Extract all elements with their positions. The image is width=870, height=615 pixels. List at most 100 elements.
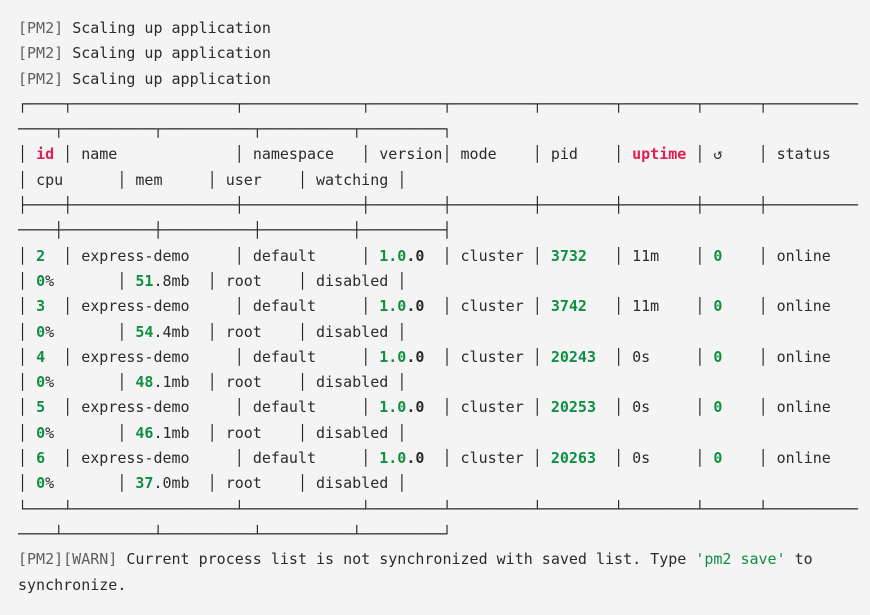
header-version: version: [379, 145, 442, 163]
terminal-output: [PM2] Scaling up application[PM2] Scalin…: [0, 0, 870, 615]
table-row-line-2: │ 0% │ 48.1mb │ root │ disabled │: [18, 370, 870, 395]
border-line: ────┬──────────┬──────────┬──────────┬──…: [18, 120, 451, 138]
cell-namespace: default: [253, 247, 316, 265]
pm2-log-line: [PM2] Scaling up application: [18, 67, 870, 92]
cell-cpu-unit: %: [45, 272, 54, 290]
cell-mode: cluster: [461, 247, 524, 265]
table-row-line-1: │ 5 │ express-demo │ default │ 1.0.0 │ c…: [18, 395, 870, 420]
warning-line: synchronize.: [18, 573, 870, 598]
warning-text: to: [786, 550, 813, 568]
cell-status: online: [777, 247, 831, 265]
table-header-line-2: │ cpu │ mem │ user │ watching │: [18, 168, 870, 193]
cell-uptime: 0s: [632, 449, 650, 467]
pm2-prefix: [PM2]: [18, 19, 63, 37]
cell-restarts: 0: [713, 348, 722, 366]
cell-id: 2: [36, 247, 45, 265]
cell-version-minor: .0: [406, 348, 424, 366]
cell-namespace: default: [253, 398, 316, 416]
cell-cpu-unit: %: [45, 323, 54, 341]
header-id: id: [36, 145, 54, 163]
cell-id: 5: [36, 398, 45, 416]
cell-namespace: default: [253, 348, 316, 366]
warning-prefix: [PM2][WARN]: [18, 550, 117, 568]
header-status: status: [777, 145, 831, 163]
pm2-prefix: [PM2]: [18, 70, 63, 88]
cell-version: 1.0: [379, 247, 406, 265]
cell-user: root: [226, 373, 262, 391]
table-border: ├────┼──────────────────┼─────────────┼─…: [18, 193, 870, 218]
cell-mem-unit: .0mb: [153, 474, 189, 492]
cell-mem: 54: [135, 323, 153, 341]
table-row-line-1: │ 2 │ express-demo │ default │ 1.0.0 │ c…: [18, 244, 870, 269]
warning-text: synchronize.: [18, 576, 126, 594]
table-border: ────┴──────────┴──────────┴──────────┴──…: [18, 522, 870, 547]
border-line: └────┴──────────────────┴─────────────┴─…: [18, 500, 858, 518]
border-line: ┌────┬──────────────────┬─────────────┬─…: [18, 95, 858, 113]
table-row-line-2: │ 0% │ 46.1mb │ root │ disabled │: [18, 421, 870, 446]
header-user: user: [226, 171, 262, 189]
cell-restarts: 0: [713, 247, 722, 265]
pm2-prefix: [PM2]: [18, 44, 63, 62]
table-row-line-1: │ 3 │ express-demo │ default │ 1.0.0 │ c…: [18, 294, 870, 319]
cell-name: express-demo: [81, 398, 189, 416]
warning-command: 'pm2 save': [695, 550, 785, 568]
cell-cpu-unit: %: [45, 373, 54, 391]
cell-name: express-demo: [81, 247, 189, 265]
cell-restarts: 0: [713, 398, 722, 416]
header-mem: mem: [135, 171, 162, 189]
border-line: ────┴──────────┴──────────┴──────────┴──…: [18, 525, 451, 543]
cell-name: express-demo: [81, 449, 189, 467]
pm2-log-line: [PM2] Scaling up application: [18, 16, 870, 41]
table-border: ────┬──────────┬──────────┬──────────┬──…: [18, 117, 870, 142]
table-row-line-2: │ 0% │ 54.4mb │ root │ disabled │: [18, 320, 870, 345]
cell-name: express-demo: [81, 348, 189, 366]
header-mode: mode: [461, 145, 497, 163]
cell-namespace: default: [253, 297, 316, 315]
table-row-line-2: │ 0% │ 51.8mb │ root │ disabled │: [18, 269, 870, 294]
cell-cpu: 0: [36, 474, 45, 492]
warning-line: [PM2][WARN] Current process list is not …: [18, 547, 870, 572]
header-cpu: cpu: [36, 171, 63, 189]
cell-watching: disabled: [316, 474, 388, 492]
cell-name: express-demo: [81, 297, 189, 315]
cell-mem: 51: [135, 272, 153, 290]
cell-mode: cluster: [461, 449, 524, 467]
cell-restarts: 0: [713, 297, 722, 315]
table-row-line-1: │ 4 │ express-demo │ default │ 1.0.0 │ c…: [18, 345, 870, 370]
cell-namespace: default: [253, 449, 316, 467]
log-message: Scaling up application: [72, 19, 271, 37]
cell-mode: cluster: [461, 297, 524, 315]
pm2-log-line: [PM2] Scaling up application: [18, 41, 870, 66]
cell-uptime: 11m: [632, 297, 659, 315]
cell-uptime: 11m: [632, 247, 659, 265]
cell-user: root: [226, 323, 262, 341]
cell-cpu: 0: [36, 424, 45, 442]
cell-pid: 3732: [551, 247, 587, 265]
table-row-line-1: │ 6 │ express-demo │ default │ 1.0.0 │ c…: [18, 446, 870, 471]
log-message: Scaling up application: [72, 44, 271, 62]
cell-user: root: [226, 272, 262, 290]
header-uptime: uptime: [632, 145, 686, 163]
cell-version-minor: .0: [406, 398, 424, 416]
cell-status: online: [777, 348, 831, 366]
cell-version: 1.0: [379, 398, 406, 416]
cell-pid: 3742: [551, 297, 587, 315]
cell-cpu-unit: %: [45, 474, 54, 492]
cell-user: root: [226, 474, 262, 492]
header-name: name: [81, 145, 117, 163]
log-message: Scaling up application: [72, 70, 271, 88]
border-line: ────┼──────────┼──────────┼──────────┼──…: [18, 221, 451, 239]
cell-version-minor: .0: [406, 247, 424, 265]
cell-status: online: [777, 449, 831, 467]
cell-version-minor: .0: [406, 297, 424, 315]
cell-cpu-unit: %: [45, 424, 54, 442]
header-pid: pid: [551, 145, 578, 163]
cell-mem: 48: [135, 373, 153, 391]
cell-mem-unit: .1mb: [153, 373, 189, 391]
table-border: └────┴──────────────────┴─────────────┴─…: [18, 497, 870, 522]
table-border: ┌────┬──────────────────┬─────────────┬─…: [18, 92, 870, 117]
cell-version: 1.0: [379, 297, 406, 315]
cell-status: online: [777, 398, 831, 416]
cell-pid: 20243: [551, 348, 596, 366]
cell-watching: disabled: [316, 373, 388, 391]
